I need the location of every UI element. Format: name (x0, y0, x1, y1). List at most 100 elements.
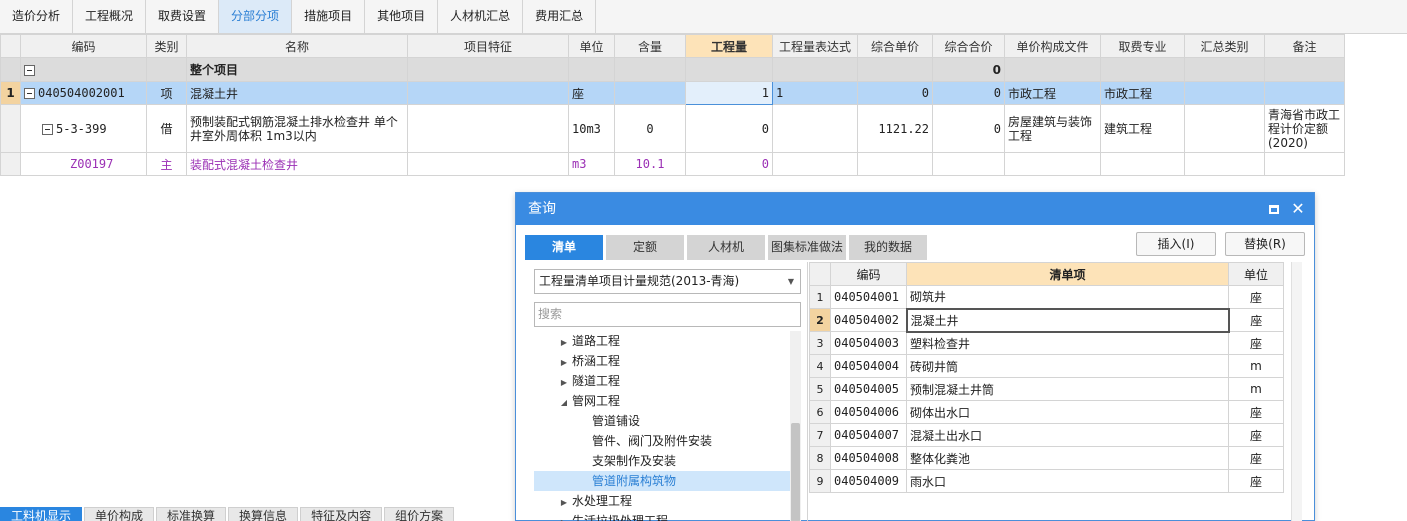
collapsed-arrow-icon[interactable]: ▶ (556, 353, 572, 373)
unit-price-cell[interactable] (857, 152, 933, 176)
item-name-cell[interactable]: 雨水口 (906, 469, 1229, 493)
list-item[interactable]: 4 040504004 砖砌井筒 m (809, 354, 1284, 378)
header-quantity[interactable]: 工程量 (685, 34, 773, 58)
dialog-title-bar[interactable]: 查询 ✕ (516, 193, 1314, 225)
list-item[interactable]: 7 040504007 混凝土出水口座 (809, 423, 1284, 447)
tree-item[interactable]: 管件、阀门及附件安装 (534, 431, 790, 451)
tree-item[interactable]: 支架制作及安装 (534, 451, 790, 471)
tab-sub-items[interactable]: 分部分项 (219, 0, 293, 33)
collapse-icon[interactable] (24, 64, 35, 76)
tab-quota[interactable]: 定额 (606, 235, 684, 260)
quantity-expr-cell[interactable] (772, 152, 858, 176)
list-item[interactable]: 8 040504008 整体化粪池座 (809, 446, 1284, 470)
header-type[interactable]: 类别 (146, 34, 187, 58)
pricing-file-cell[interactable]: 房屋建筑与装饰工程 (1004, 104, 1101, 153)
list-item[interactable]: 9 040504009 雨水口座 (809, 469, 1284, 493)
tab-features-content[interactable]: 特征及内容 (300, 507, 383, 521)
tree-item[interactable]: ◢ 管网工程 (534, 391, 790, 411)
tab-project-overview[interactable]: 工程概况 (73, 0, 147, 33)
list-item[interactable]: 6 040504006 砌体出水口座 (809, 400, 1284, 424)
code-cell[interactable] (20, 57, 147, 82)
code-cell[interactable]: 040504002001 (20, 81, 147, 105)
header-fee-type[interactable]: 取费专业 (1100, 34, 1185, 58)
header-unit-price[interactable]: 综合单价 (857, 34, 933, 58)
tab-bill-list[interactable]: 清单 (525, 235, 603, 260)
header-summary-type[interactable]: 汇总类别 (1184, 34, 1265, 58)
header-remark[interactable]: 备注 (1264, 34, 1345, 58)
item-name-cell[interactable]: 混凝土井 (905, 307, 1230, 333)
remark-cell[interactable]: 青海省市政工程计价定额(2020) (1264, 104, 1345, 153)
table-row-total[interactable]: 整个项目 0 (0, 57, 1345, 82)
features-cell[interactable] (407, 152, 569, 176)
code-cell[interactable]: 040504002 (830, 308, 907, 332)
header-quantity-expr[interactable]: 工程量表达式 (772, 34, 858, 58)
unit-cell[interactable]: m3 (568, 152, 615, 176)
unit-price-cell[interactable]: 1121.22 (857, 104, 933, 153)
features-cell[interactable] (407, 81, 569, 105)
pricing-file-cell[interactable] (1004, 152, 1101, 176)
unit-cell[interactable]: m (1228, 354, 1284, 378)
code-cell[interactable]: 040504009 (830, 469, 907, 493)
list-item[interactable]: 3 040504003 塑料检查井座 (809, 331, 1284, 355)
pricing-file-cell[interactable]: 市政工程 (1004, 81, 1101, 105)
tab-cost-analysis[interactable]: 造价分析 (0, 0, 74, 33)
item-name-cell[interactable]: 砌筑井 (906, 285, 1229, 309)
unit-cell[interactable]: 座 (1228, 331, 1284, 355)
table-row[interactable]: 5-3-399 借 预制装配式钢筋混凝土排水检查井 单个井室外周体积 1m3以内… (0, 104, 1345, 153)
tab-conversion-info[interactable]: 换算信息 (228, 507, 299, 521)
list-item[interactable]: 2 040504002 混凝土井座 (809, 307, 1284, 333)
collapsed-arrow-icon[interactable]: ▶ (556, 493, 572, 513)
list-item[interactable]: 1 040504001 砌筑井座 (809, 285, 1284, 309)
search-input[interactable]: 搜索 (534, 302, 801, 327)
tree-item[interactable]: ▶生活垃圾处理工程 (534, 511, 790, 521)
code-cell[interactable]: Z00197 (20, 152, 147, 176)
total-price-cell[interactable] (932, 152, 1005, 176)
list-header-code[interactable]: 编码 (830, 262, 907, 286)
summary-type-cell[interactable] (1184, 104, 1265, 153)
quantity-expr-cell[interactable] (772, 104, 858, 153)
quantity-expr-cell[interactable]: 1 (772, 81, 858, 105)
total-price-cell[interactable]: 0 (932, 104, 1005, 153)
tree-item[interactable]: ▶ 隧道工程 (534, 371, 790, 391)
fee-type-cell[interactable] (1100, 152, 1185, 176)
tab-pricing-scheme[interactable]: 组价方案 (384, 507, 455, 521)
maximize-icon[interactable] (1264, 193, 1284, 225)
fee-type-cell[interactable]: 市政工程 (1100, 81, 1185, 105)
header-pricing-file[interactable]: 单价构成文件 (1004, 34, 1101, 58)
list-item[interactable]: 5 040504005 预制混凝土井筒 m (809, 377, 1284, 401)
tree-item[interactable]: 管道铺设 (534, 411, 790, 431)
code-cell[interactable]: 040504005 (830, 377, 907, 401)
type-cell[interactable]: 项 (146, 81, 187, 105)
total-price-cell[interactable]: 0 (932, 81, 1005, 105)
collapse-icon[interactable] (42, 123, 53, 135)
unit-cell[interactable]: 座 (1228, 423, 1284, 447)
table-row[interactable]: Z00197 主 装配式混凝土检查井 m3 10.1 0 (0, 152, 1345, 176)
quantity-cell[interactable]: 0 (685, 152, 773, 176)
unit-cell[interactable]: m (1228, 377, 1284, 401)
tree-item[interactable]: ▶ 水处理工程 (534, 491, 790, 511)
close-icon[interactable]: ✕ (1288, 193, 1308, 225)
item-name-cell[interactable]: 砌体出水口 (906, 400, 1229, 424)
collapsed-arrow-icon[interactable]: ▶ (556, 513, 572, 521)
tab-fee-settings[interactable]: 取费设置 (146, 0, 220, 33)
list-header-unit[interactable]: 单位 (1228, 262, 1284, 286)
tree-item[interactable]: ▶ 桥涵工程 (534, 351, 790, 371)
header-features[interactable]: 项目特征 (407, 34, 569, 58)
content-cell[interactable] (614, 81, 686, 105)
unit-cell[interactable]: 座 (1228, 400, 1284, 424)
collapsed-arrow-icon[interactable]: ▶ (556, 373, 572, 393)
tree-scroll-thumb[interactable] (791, 423, 800, 521)
item-name-cell[interactable]: 整体化粪池 (906, 446, 1229, 470)
name-cell[interactable]: 整个项目 (186, 57, 408, 82)
pane-divider[interactable] (807, 262, 808, 521)
code-cell[interactable]: 040504006 (830, 400, 907, 424)
type-cell[interactable]: 借 (146, 104, 187, 153)
unit-price-cell[interactable]: 0 (857, 81, 933, 105)
header-code[interactable]: 编码 (20, 34, 147, 58)
tab-material-display[interactable]: 工料机显示 (0, 507, 83, 521)
tab-price-composition[interactable]: 单价构成 (84, 507, 155, 521)
header-unit[interactable]: 单位 (568, 34, 615, 58)
code-cell[interactable]: 040504001 (830, 285, 907, 309)
tree-item[interactable]: 管道附属构筑物 (534, 471, 790, 491)
quantity-cell[interactable]: 0 (685, 104, 773, 153)
